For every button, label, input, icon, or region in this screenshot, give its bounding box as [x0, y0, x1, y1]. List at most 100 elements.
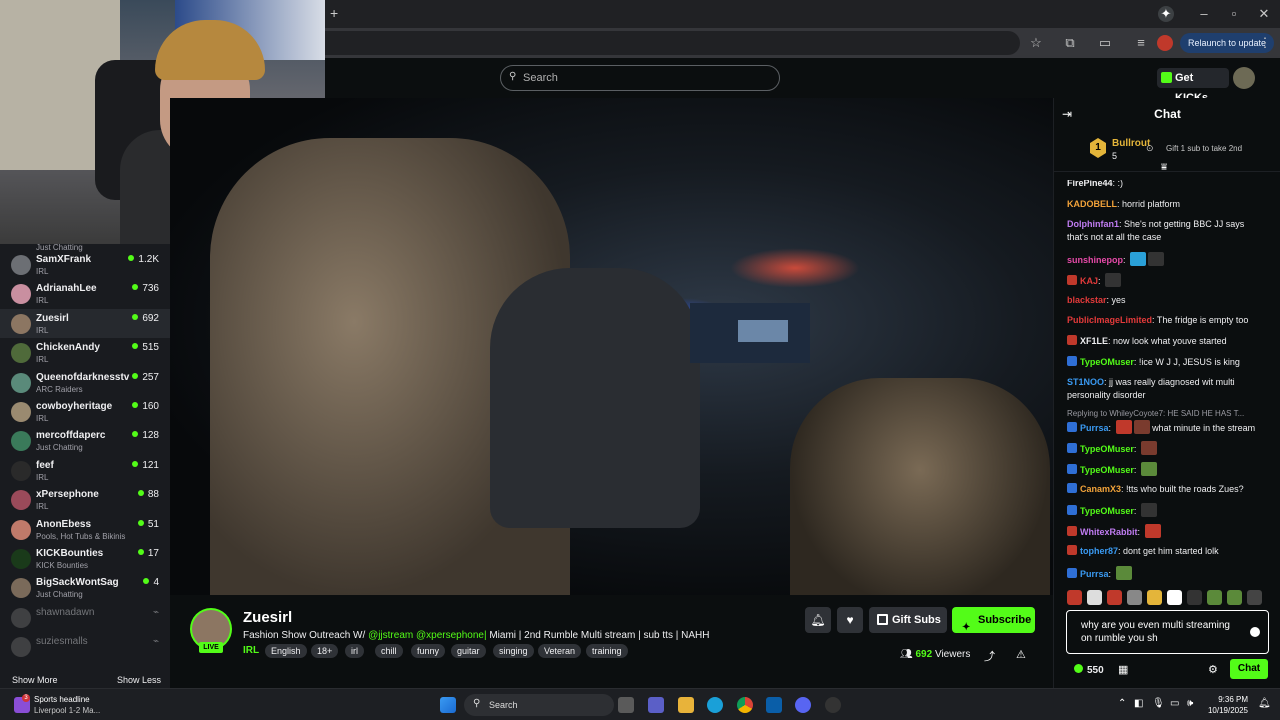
sidebar-item[interactable]: mercoffdaperc Just Chatting 128	[0, 426, 170, 455]
quick-emote-icon[interactable]	[1127, 590, 1142, 605]
notification-bell-icon[interactable]: 🔔︎	[805, 607, 831, 633]
chat-username[interactable]: FirePine44	[1067, 180, 1113, 188]
quick-emote-icon[interactable]	[1107, 590, 1122, 605]
title-mention[interactable]: @xpersephone|	[416, 630, 487, 641]
leader-name[interactable]: Bullrout	[1112, 138, 1150, 149]
taskbar-search[interactable]: ⚲ Search	[464, 694, 614, 716]
close-icon[interactable]: ✕	[1256, 6, 1272, 22]
follow-heart-icon[interactable]: ♥	[837, 607, 863, 633]
tag[interactable]: funny	[411, 644, 446, 658]
obs-icon[interactable]	[825, 697, 841, 713]
sidebar-item[interactable]: suziesmalls ⌁	[0, 632, 170, 661]
sidebar-item[interactable]: SamXFrank IRL 1.2K	[0, 250, 170, 279]
quick-emote-icon[interactable]	[1067, 590, 1082, 605]
maximize-icon[interactable]: ▫	[1226, 6, 1242, 22]
quick-emote-icon[interactable]	[1207, 590, 1222, 605]
stream-category[interactable]: IRL	[243, 645, 259, 656]
notification-bell-icon[interactable]: 🔔︎	[1258, 698, 1271, 709]
sidebar-item[interactable]: BigSackWontSag Just Chatting 4	[0, 573, 170, 602]
settings-gear-icon[interactable]: ⚙	[1208, 663, 1218, 676]
new-tab-button[interactable]: +	[330, 5, 338, 21]
share-icon[interactable]: ⤴	[984, 648, 995, 664]
tag[interactable]: Veteran	[538, 644, 582, 658]
video-player[interactable]	[170, 98, 1053, 595]
url-field[interactable]	[325, 31, 1020, 55]
profile-icon[interactable]	[1157, 35, 1173, 51]
chat-username[interactable]: TypeOMuser	[1080, 444, 1134, 454]
report-icon[interactable]: ⚠	[1016, 648, 1026, 661]
task-view-icon[interactable]	[618, 697, 634, 713]
store-icon[interactable]	[766, 697, 782, 713]
sidebar-item[interactable]: shawnadawn ⌁	[0, 603, 170, 632]
kicks-balance[interactable]: 550	[1074, 664, 1104, 676]
sidebar-item[interactable]: Zuesirl IRL 692	[0, 308, 170, 338]
news-subtitle[interactable]: Liverpool 1-2 Ma...	[34, 706, 100, 715]
chat-username[interactable]: TypeOMuser	[1080, 506, 1134, 516]
kebab-menu-icon[interactable]: ⋮	[1257, 35, 1273, 51]
chat-username[interactable]: Purrsa	[1080, 423, 1109, 433]
show-less-button[interactable]: Show Less	[117, 675, 161, 685]
quick-emote-icon[interactable]	[1147, 590, 1162, 605]
sidebar-item[interactable]: feef IRL 121	[0, 456, 170, 485]
chat-username[interactable]: Purrsa	[1080, 569, 1109, 579]
tag[interactable]: 18+	[311, 644, 339, 658]
reading-list-icon[interactable]: ≡	[1133, 35, 1149, 51]
volume-icon[interactable]: 🕪︎	[1187, 698, 1193, 709]
teams-icon[interactable]	[648, 697, 664, 713]
quick-emote-icon[interactable]	[1227, 590, 1242, 605]
tag[interactable]: guitar	[451, 644, 486, 658]
search-input[interactable]: ⚲ Search	[500, 65, 780, 91]
user-avatar[interactable]	[1233, 67, 1255, 89]
chat-input[interactable]: why are you even multi streaming on rumb…	[1066, 610, 1269, 654]
sidebar-item[interactable]: xPersephone IRL 88	[0, 485, 170, 514]
taskbar-time[interactable]: 9:36 PM	[1208, 695, 1248, 704]
chat-username[interactable]: Dolphinfan1	[1067, 219, 1119, 229]
quick-emote-icon[interactable]	[1087, 590, 1102, 605]
chat-username[interactable]: ST1NOO	[1067, 377, 1104, 387]
network-icon[interactable]: ▭	[1170, 698, 1179, 709]
tray-chevron-icon[interactable]: ⌃	[1118, 698, 1126, 709]
tray-app-icon[interactable]: ◧	[1134, 698, 1143, 709]
chat-username[interactable]: blackstar	[1067, 295, 1107, 305]
streamer-name[interactable]: Zuesirl	[243, 609, 292, 626]
tag[interactable]: training	[586, 644, 628, 658]
chat-username[interactable]: TypeOMuser	[1080, 357, 1134, 367]
sidebar-item[interactable]: AnonEbess Pools, Hot Tubs & Bikinis 51	[0, 515, 170, 544]
chat-username[interactable]: PublicImageLimited	[1067, 315, 1152, 325]
subscribe-button[interactable]: ✦ Subscribe	[952, 607, 1035, 633]
cast-icon[interactable]: ▭	[1097, 35, 1113, 51]
gift-subs-button[interactable]: Gift Subs	[869, 607, 947, 633]
quick-emote-icon[interactable]	[1187, 590, 1202, 605]
sidebar-item[interactable]: AdrianahLee IRL 736	[0, 279, 170, 308]
store-icon[interactable]: ▦	[1118, 663, 1128, 676]
get-kicks-button[interactable]: Get KICKs	[1157, 68, 1229, 104]
tag[interactable]: singing	[493, 644, 534, 658]
extensions-icon[interactable]: ⧉	[1062, 35, 1078, 51]
tag[interactable]: irl	[345, 644, 364, 658]
sidebar-item[interactable]: KICKBounties KICK Bounties 17	[0, 544, 170, 573]
chrome-icon[interactable]	[737, 697, 753, 713]
chat-username[interactable]: KAJ	[1080, 276, 1098, 286]
discord-icon[interactable]	[795, 697, 811, 713]
bookmark-star-icon[interactable]: ☆	[1028, 35, 1044, 51]
minimize-icon[interactable]: –	[1196, 6, 1212, 22]
gemini-icon[interactable]: ✦	[1158, 6, 1174, 22]
edge-icon[interactable]	[707, 697, 723, 713]
chat-username[interactable]: XF1LE	[1080, 336, 1108, 346]
chat-username[interactable]: TypeOMuser	[1080, 465, 1134, 475]
chat-username[interactable]: WhitexRabbit	[1080, 527, 1138, 537]
send-chat-button[interactable]: Chat	[1230, 659, 1268, 679]
tag[interactable]: English	[265, 644, 307, 658]
quick-emote-icon[interactable]	[1247, 590, 1262, 605]
chat-username[interactable]: KADOBELL	[1067, 199, 1117, 209]
title-mention[interactable]: @jjstream	[368, 630, 413, 641]
emoji-icon[interactable]	[1250, 627, 1260, 637]
windows-start-icon[interactable]	[440, 697, 456, 713]
tag[interactable]: chill	[375, 644, 403, 658]
news-title[interactable]: Sports headline	[34, 695, 90, 704]
chat-username[interactable]: CanamX3	[1080, 484, 1121, 494]
chat-username[interactable]: sunshinepop	[1067, 255, 1123, 265]
microphone-icon[interactable]: 🎙︎	[1152, 698, 1165, 709]
sidebar-item[interactable]: ChickenAndy IRL 515	[0, 338, 170, 367]
show-more-button[interactable]: Show More	[12, 675, 58, 685]
